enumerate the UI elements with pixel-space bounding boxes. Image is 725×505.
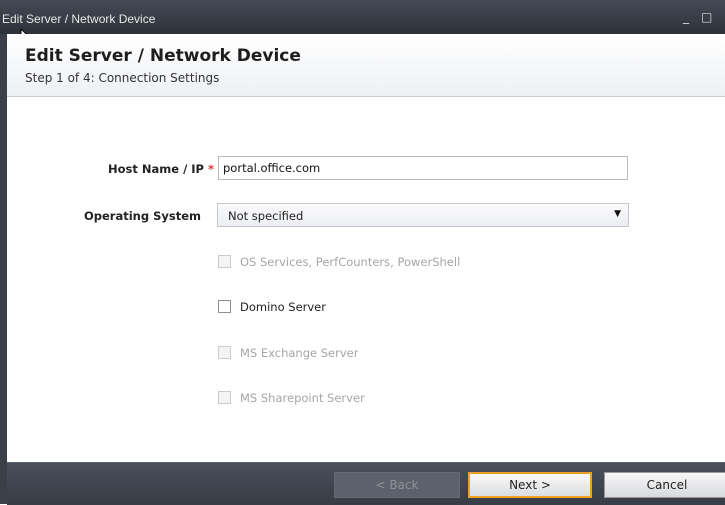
- chevron-down-icon[interactable]: ▼: [614, 209, 621, 219]
- host-input[interactable]: portal.office.com: [218, 156, 628, 180]
- checkbox-label: OS Services, PerfCounters, PowerShell: [240, 255, 461, 269]
- maximize-icon[interactable]: □: [701, 10, 712, 24]
- checkbox-label: MS Exchange Server: [240, 346, 359, 360]
- checkbox-label[interactable]: Domino Server: [240, 300, 326, 314]
- checkbox-box: [218, 255, 231, 268]
- host-label-text: Host Name / IP: [108, 162, 204, 176]
- window-titlebar: Edit Server / Network Device _ □: [0, 0, 725, 34]
- window-frame: [0, 34, 725, 504]
- checkbox-label: MS Sharepoint Server: [240, 391, 365, 405]
- window-title: Edit Server / Network Device: [2, 12, 156, 26]
- host-label: Host Name / IP *: [70, 162, 214, 176]
- os-select[interactable]: Not specified ▼: [217, 203, 629, 227]
- cancel-button[interactable]: Cancel: [604, 472, 725, 498]
- required-marker: *: [207, 162, 214, 176]
- minimize-icon[interactable]: _: [683, 10, 689, 24]
- checkbox-box: [218, 391, 231, 404]
- next-button[interactable]: Next >: [468, 472, 592, 498]
- os-label: Operating System: [83, 209, 201, 223]
- checkbox-box[interactable]: [218, 300, 231, 313]
- wizard-header: Edit Server / Network Device Step 1 of 4…: [7, 34, 725, 97]
- step-subtitle: Step 1 of 4: Connection Settings: [25, 71, 220, 85]
- checkbox-box: [218, 346, 231, 359]
- back-button[interactable]: < Back: [334, 472, 460, 498]
- page-title: Edit Server / Network Device: [25, 46, 301, 66]
- os-select-value: Not specified: [228, 209, 304, 223]
